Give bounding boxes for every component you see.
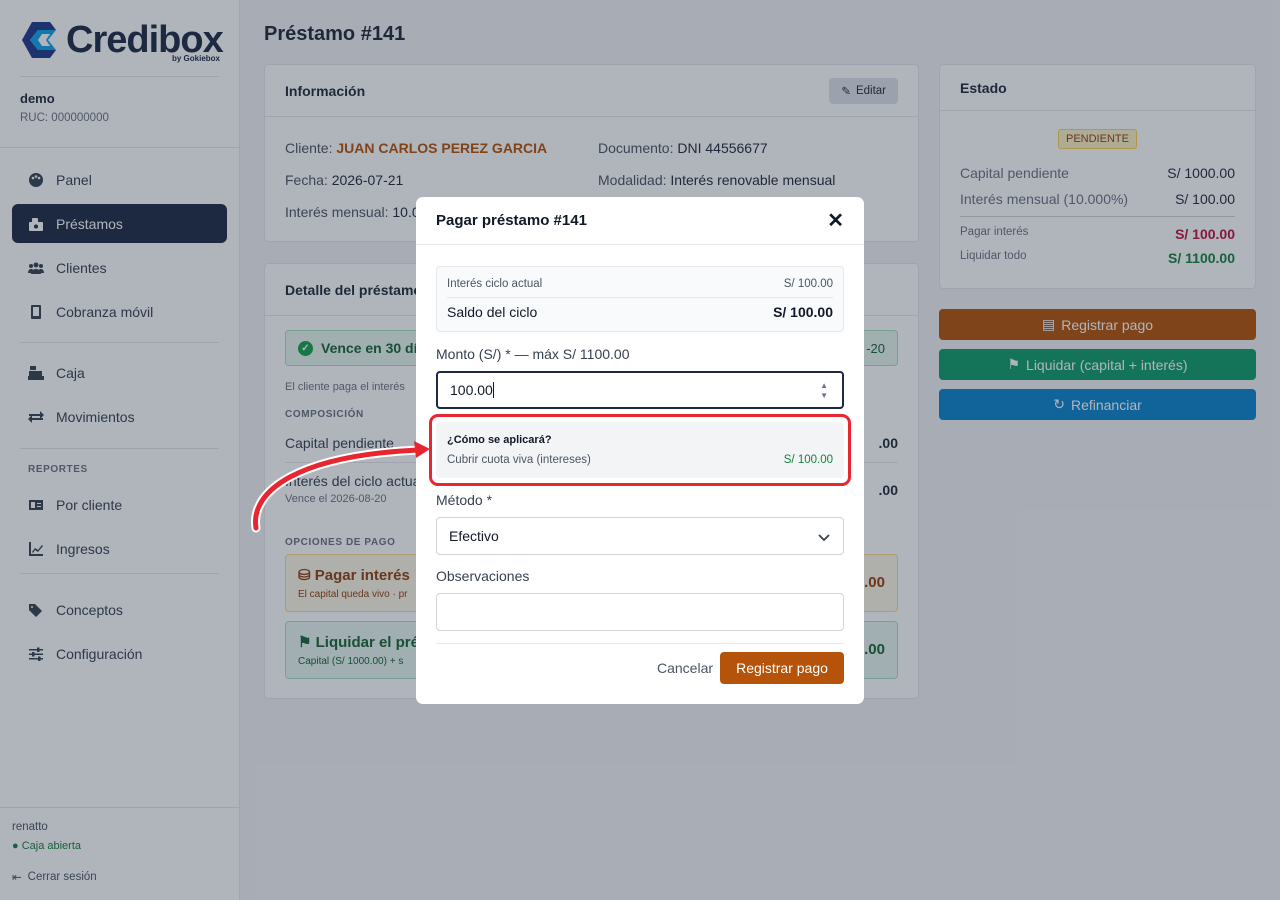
summary-value: S/ 100.00: [783, 278, 833, 290]
monto-label: Monto (S/) * — máx S/ 1100.00: [436, 346, 630, 362]
saldo-label: Saldo del ciclo: [447, 304, 538, 320]
cancel-button[interactable]: Cancelar: [657, 660, 713, 676]
observaciones-input[interactable]: [436, 593, 844, 631]
saldo-value: S/ 100.00: [773, 304, 833, 320]
monto-input[interactable]: 100.00 ▲ ▼: [436, 371, 844, 409]
metodo-value: Efectivo: [449, 528, 499, 544]
monto-value: 100.00: [450, 382, 493, 398]
divider: [436, 643, 844, 644]
observaciones-label: Observaciones: [436, 568, 530, 584]
chevron-down-icon: [818, 534, 830, 542]
summary-label: Interés ciclo actual: [447, 278, 543, 290]
number-stepper[interactable]: ▲ ▼: [820, 381, 828, 401]
submit-payment-button[interactable]: Registrar pago: [720, 652, 844, 684]
metodo-label: Método *: [436, 492, 493, 508]
modal-header: Pagar préstamo #141 ✕: [416, 197, 864, 245]
close-icon[interactable]: ✕: [827, 208, 844, 233]
metodo-select[interactable]: Efectivo: [436, 517, 844, 555]
highlight-box: [429, 414, 851, 486]
annotation-arrow-icon: [251, 441, 430, 533]
cycle-summary: Interés ciclo actual S/ 100.00 Saldo del …: [436, 266, 844, 332]
modal-title: Pagar préstamo #141: [436, 212, 587, 229]
